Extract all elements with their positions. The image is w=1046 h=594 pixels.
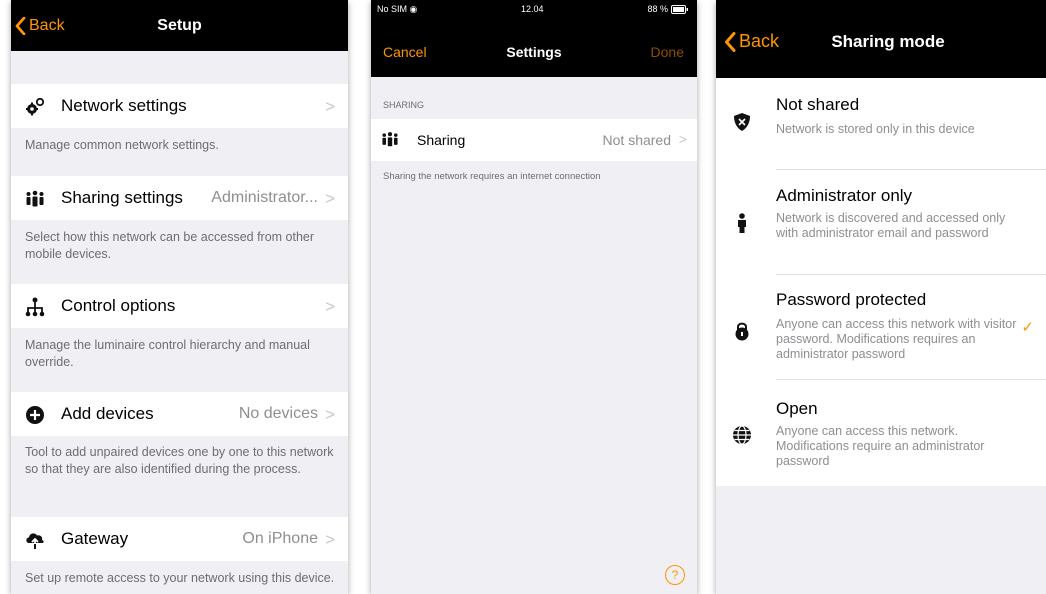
row-value: On iPhone [242, 530, 318, 547]
row-description: Manage the luminaire control hierarchy a… [25, 338, 310, 369]
sharing-settings-row[interactable]: Sharing settings Administrator... > [11, 176, 348, 220]
row-label: Gateway [61, 529, 129, 548]
row-description: Set up remote access to your network usi… [25, 571, 335, 585]
checkmark-icon: ✓ [1021, 319, 1034, 336]
option-title: Not shared [776, 95, 860, 114]
network-settings-row[interactable]: Network settings > [11, 84, 348, 128]
status-carrier: No SIM ◉ [377, 4, 417, 15]
row-value: Administrator... [211, 189, 318, 206]
sharing-value: Not shared [602, 132, 671, 148]
sharing-mode-screen: Back Sharing mode Not shared Network is … [716, 0, 1046, 594]
page-title: Settings [506, 44, 562, 60]
done-button[interactable]: Done [651, 44, 684, 60]
people-icon [382, 132, 398, 147]
globe-icon [733, 425, 751, 445]
sharing-navbar: Back Sharing mode [716, 0, 1046, 78]
row-label: Control options [61, 296, 176, 315]
gateway-row[interactable]: Gateway On iPhone > [11, 517, 348, 561]
row-label: Network settings [61, 96, 187, 115]
setup-navbar: Back Setup [11, 0, 348, 51]
status-time: 12.04 [521, 4, 544, 14]
shield-x-icon [734, 113, 750, 131]
page-title: Setup [157, 17, 202, 34]
sharing-row[interactable]: Sharing Not shared > [371, 119, 697, 161]
chevron-right-icon: > [678, 131, 687, 147]
section-header: SHARING [383, 100, 425, 110]
option-subtitle: Network is discovered and accessed only … [776, 211, 1006, 240]
option-open[interactable]: Open Anyone can access this network. Mod… [716, 380, 1046, 486]
chevron-right-icon: > [325, 297, 335, 316]
cloud-upload-icon [26, 533, 44, 549]
page-title: Sharing mode [831, 32, 945, 51]
people-icon [26, 190, 44, 207]
control-options-row[interactable]: Control options > [11, 284, 348, 328]
gears-icon [26, 97, 45, 116]
option-subtitle: Anyone can access this network with visi… [776, 317, 1017, 361]
row-label: Sharing settings [61, 188, 183, 207]
carrier-label: No SIM [377, 4, 408, 14]
option-administrator-only[interactable]: Administrator only Network is discovered… [716, 170, 1046, 273]
person-icon [738, 213, 746, 233]
section-footer: Sharing the network requires an internet… [383, 171, 601, 182]
chevron-right-icon: > [325, 405, 335, 424]
chevron-right-icon: > [325, 530, 335, 549]
row-label: Add devices [61, 404, 154, 423]
option-subtitle: Anyone can access this network. Modifica… [776, 424, 985, 468]
row-description: Select how this network can be accessed … [25, 230, 315, 261]
hierarchy-icon [25, 297, 45, 317]
settings-navbar: No SIM ◉ 12.04 88 % Cancel Settings Done [371, 0, 697, 77]
row-value: No devices [238, 405, 318, 422]
option-title: Administrator only [776, 186, 913, 205]
status-battery: 88 % [647, 4, 689, 14]
option-not-shared[interactable]: Not shared Network is stored only in thi… [716, 78, 1046, 169]
help-icon[interactable]: ? [665, 565, 685, 585]
battery-label: 88 % [647, 4, 668, 14]
chevron-right-icon: > [325, 97, 335, 116]
plus-circle-icon [26, 406, 44, 424]
wifi-icon: ◉ [409, 4, 418, 14]
option-password-protected[interactable]: Password protected Anyone can access thi… [716, 275, 1046, 378]
row-description: Tool to add unpaired devices one by one … [25, 445, 334, 476]
option-title: Open [776, 399, 818, 418]
row-description: Manage common network settings. [25, 138, 219, 152]
option-subtitle: Network is stored only in this device [776, 122, 975, 136]
chevron-right-icon: > [325, 189, 335, 208]
settings-screen: No SIM ◉ 12.04 88 % Cancel Settings Done… [371, 0, 697, 594]
setup-screen: Back Setup Network settings > Manage com… [11, 0, 348, 594]
add-devices-row[interactable]: Add devices No devices > [11, 392, 348, 436]
empty-area [716, 486, 1046, 594]
sharing-label: Sharing [417, 132, 466, 148]
battery-icon [671, 4, 688, 14]
option-title: Password protected [776, 290, 927, 309]
lock-icon [735, 322, 749, 341]
